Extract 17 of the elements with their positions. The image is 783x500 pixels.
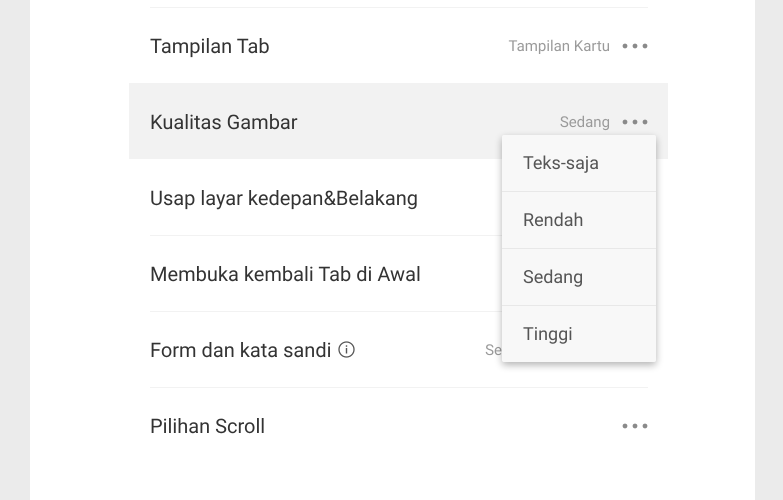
setting-label: Form dan kata sandi [150,338,332,362]
setting-label: Kualitas Gambar [150,110,298,134]
setting-label: Usap layar kedepan&Belakang [150,186,418,210]
setting-value: Sedang [560,112,610,130]
setting-label: Tampilan Tab [150,34,270,58]
info-icon[interactable] [338,341,356,358]
setting-value: Tampilan Kartu [508,36,610,54]
more-icon[interactable] [622,118,648,124]
menu-item[interactable]: Teks-saja [502,135,656,192]
setting-value: Se [485,340,502,358]
more-icon[interactable] [622,422,648,428]
setting-label: Pilihan Scroll [150,414,266,438]
menu-item[interactable]: Tinggi [502,306,656,362]
menu-item[interactable]: Sedang [502,249,656,306]
menu-item[interactable]: Rendah [502,192,656,249]
setting-label: Membuka kembali Tab di Awal [150,262,421,286]
more-icon[interactable] [622,42,648,48]
